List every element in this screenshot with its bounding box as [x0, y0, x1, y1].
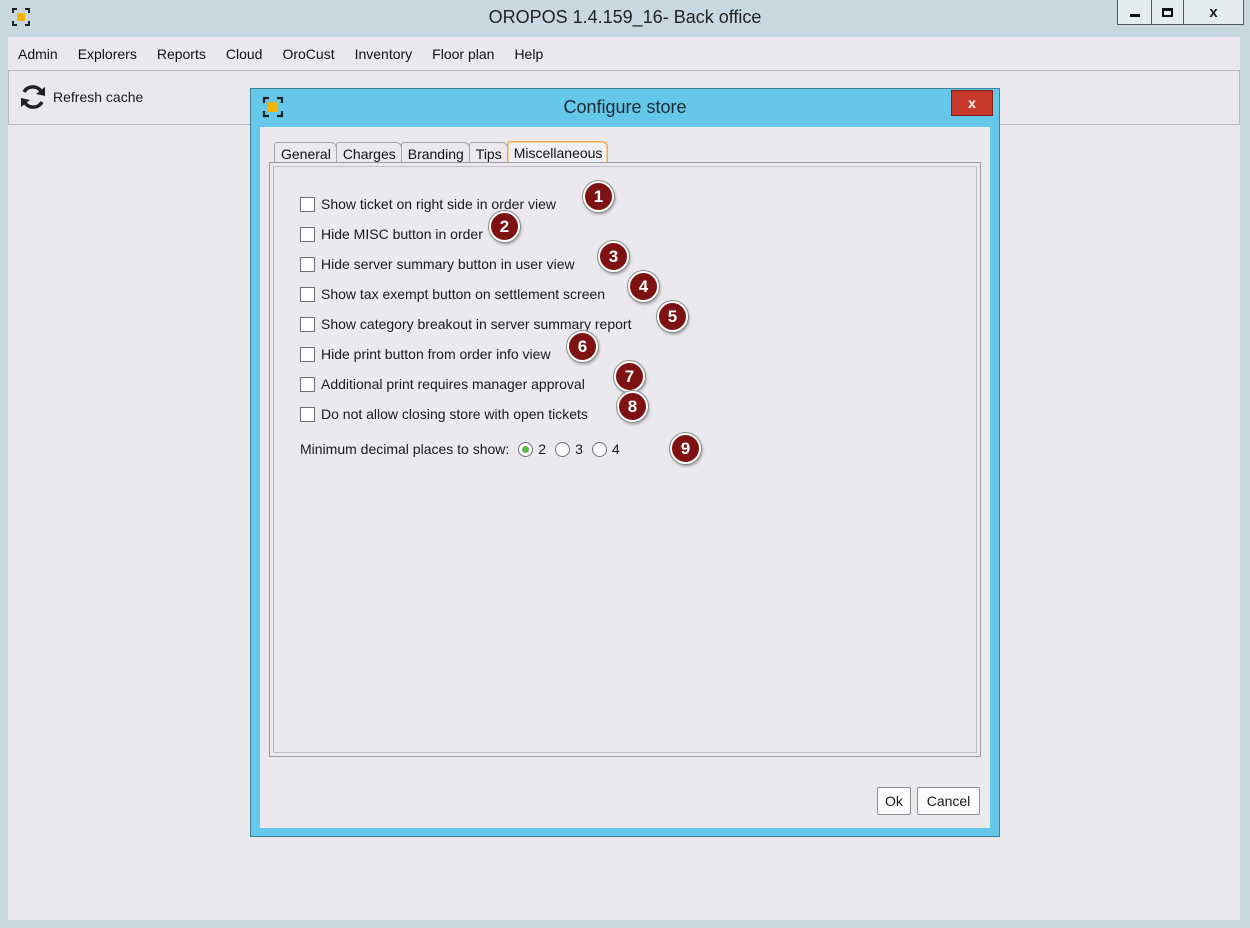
- tab-general[interactable]: General: [274, 142, 337, 164]
- dialog-body: General Charges Branding Tips Miscellane…: [260, 127, 990, 828]
- annotation-badge: 1: [583, 181, 614, 212]
- annotation-badge: 6: [567, 331, 598, 362]
- option-hide-misc-button[interactable]: Hide MISC button in order: [300, 225, 483, 243]
- menu-floor-plan[interactable]: Floor plan: [432, 46, 494, 62]
- app-title: OROPOS 1.4.159_16- Back office: [488, 7, 762, 27]
- refresh-cache-button[interactable]: Refresh cache: [18, 80, 143, 114]
- dialog-close-button[interactable]: x: [951, 90, 993, 116]
- annotation-badge: 8: [617, 391, 648, 422]
- refresh-icon: [21, 85, 45, 109]
- option-show-tax-exempt[interactable]: Show tax exempt button on settlement scr…: [300, 285, 605, 303]
- option-label: Show ticket on right side in order view: [321, 196, 556, 212]
- option-label: Hide server summary button in user view: [321, 256, 575, 272]
- annotation-badge: 3: [598, 241, 629, 272]
- radio-decimal-4[interactable]: [591, 441, 607, 457]
- tab-branding[interactable]: Branding: [400, 142, 470, 164]
- menu-reports[interactable]: Reports: [157, 46, 206, 62]
- option-disallow-close-store[interactable]: Do not allow closing store with open tic…: [300, 405, 588, 423]
- maximize-button[interactable]: [1152, 0, 1184, 24]
- checkbox[interactable]: [300, 256, 315, 272]
- miscellaneous-panel: Show ticket on right side in order view …: [269, 162, 981, 757]
- option-label: Additional print requires manager approv…: [321, 376, 585, 392]
- checkbox[interactable]: [300, 316, 315, 332]
- annotation-badge: 9: [670, 433, 701, 464]
- menu-admin[interactable]: Admin: [18, 46, 58, 62]
- menu-inventory[interactable]: Inventory: [355, 46, 413, 62]
- refresh-cache-label: Refresh cache: [53, 89, 144, 105]
- checkbox[interactable]: [300, 226, 315, 242]
- annotation-badge: 7: [614, 361, 645, 392]
- option-label: Show tax exempt button on settlement scr…: [321, 286, 606, 302]
- close-window-button[interactable]: x: [1184, 0, 1243, 24]
- decimal-places-row: Minimum decimal places to show: 2 3 4: [300, 439, 620, 459]
- ok-button[interactable]: Ok: [877, 787, 911, 815]
- tab-tips[interactable]: Tips: [468, 142, 508, 164]
- option-hide-server-summary[interactable]: Hide server summary button in user view: [300, 255, 575, 273]
- window-controls: x: [1117, 0, 1244, 25]
- annotation-badge: 2: [489, 211, 520, 242]
- radio-decimal-3[interactable]: [555, 441, 571, 457]
- checkbox[interactable]: [300, 346, 315, 362]
- radio-label-2: 2: [538, 441, 547, 457]
- dialog-title: Configure store: [563, 97, 687, 117]
- tab-charges[interactable]: Charges: [335, 142, 402, 164]
- menu-help[interactable]: Help: [514, 46, 543, 62]
- configure-store-dialog: Configure store x General Charges Brandi…: [250, 88, 1000, 837]
- cancel-button[interactable]: Cancel: [917, 787, 980, 815]
- minimize-button[interactable]: [1118, 0, 1152, 24]
- option-label: Show category breakout in server summary…: [321, 316, 632, 332]
- maximize-icon: [1162, 7, 1173, 17]
- option-additional-print-approval[interactable]: Additional print requires manager approv…: [300, 375, 585, 393]
- checkbox[interactable]: [300, 376, 315, 392]
- menu-explorers[interactable]: Explorers: [78, 46, 137, 62]
- checkbox[interactable]: [300, 196, 315, 212]
- tab-bar: General Charges Branding Tips Miscellane…: [274, 140, 609, 164]
- annotation-badge: 4: [628, 271, 659, 302]
- checkbox[interactable]: [300, 406, 315, 422]
- option-hide-print-button[interactable]: Hide print button from order info view: [300, 345, 551, 363]
- menubar: Admin Explorers Reports Cloud OroCust In…: [8, 37, 1240, 70]
- option-label: Hide MISC button in order: [321, 226, 483, 242]
- radio-selected-dot: [522, 445, 530, 453]
- menu-cloud[interactable]: Cloud: [226, 46, 263, 62]
- tab-miscellaneous[interactable]: Miscellaneous: [506, 141, 609, 164]
- menu-orocust[interactable]: OroCust: [282, 46, 334, 62]
- option-show-ticket-right[interactable]: Show ticket on right side in order view: [300, 195, 556, 213]
- checkbox[interactable]: [300, 286, 315, 302]
- radio-label-3: 3: [575, 441, 583, 457]
- option-label: Do not allow closing store with open tic…: [321, 406, 588, 422]
- minimize-icon: [1129, 13, 1140, 17]
- decimal-places-label: Minimum decimal places to show:: [300, 441, 510, 457]
- app-titlebar: OROPOS 1.4.159_16- Back office x: [0, 0, 1250, 36]
- radio-decimal-2[interactable]: [518, 441, 534, 457]
- radio-label-4: 4: [611, 441, 620, 457]
- option-label: Hide print button from order info view: [321, 346, 551, 362]
- annotation-badge: 5: [657, 301, 688, 332]
